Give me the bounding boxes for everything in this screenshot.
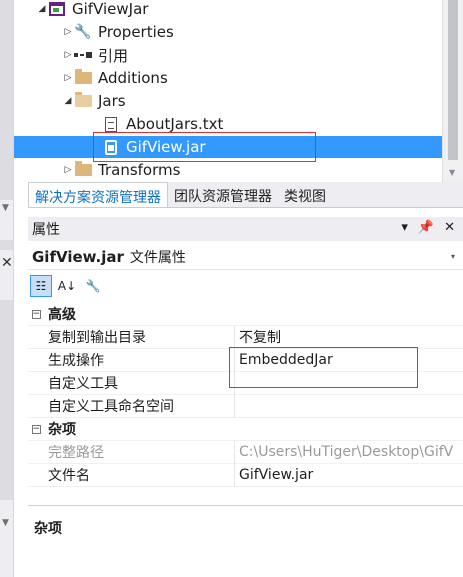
tree-item-label: 引用 <box>98 46 129 65</box>
property-row[interactable]: 文件名 GifView.jar <box>28 463 463 487</box>
tab-team-explorer[interactable]: 团队资源管理器 <box>168 182 278 207</box>
expand-arrow-icon[interactable]: ▷ <box>62 27 74 37</box>
property-grid: − 高级 复制到输出目录 不复制 生成操作 EmbeddedJar 自定义工具 … <box>28 303 463 487</box>
tree-item-label: GifViewJar <box>72 0 149 18</box>
property-description-panel: 杂项 <box>28 505 463 577</box>
expand-arrow-icon[interactable]: ▷ <box>62 73 74 83</box>
folder-icon <box>74 161 92 178</box>
object-selector[interactable]: GifView.jar 文件属性 ▾ <box>28 244 463 270</box>
expand-arrow-icon[interactable]: ▷ <box>62 165 74 175</box>
properties-title-bar: 属性 ▾ 📌 ✕ <box>28 217 463 241</box>
properties-toolbar: ☷ A↓ 🔧 <box>28 273 463 299</box>
wrench-icon[interactable]: 🔧 <box>82 275 104 297</box>
left-separator <box>0 240 13 250</box>
pin-icon[interactable]: 📌 <box>418 220 434 235</box>
categorized-icon[interactable]: ☷ <box>30 275 52 297</box>
text-file-icon <box>102 116 120 132</box>
collapse-arrow-icon[interactable]: ◢ <box>62 96 74 106</box>
collapse-icon[interactable]: − <box>31 424 41 434</box>
left-dock-strip: ▼ ✕ ▼ <box>0 0 14 577</box>
tree-item-additions[interactable]: ▷ Additions <box>14 67 450 89</box>
expand-arrow-icon[interactable]: ▷ <box>62 50 74 60</box>
window-position-dropdown-icon[interactable]: ▾ <box>401 220 408 235</box>
property-row[interactable]: 自定义工具命名空间 <box>28 394 463 418</box>
property-name: 完整路径 <box>44 440 235 464</box>
tree-item-references[interactable]: ▷ 引用 <box>14 44 450 66</box>
property-value[interactable]: 不复制 <box>235 326 463 349</box>
category-label: 杂项 <box>48 422 76 438</box>
property-name: 自定义工具 <box>44 371 235 395</box>
folder-open-icon <box>74 92 92 109</box>
left-scroll-track[interactable] <box>0 0 13 200</box>
category-label: 高级 <box>48 307 76 323</box>
folder-icon <box>74 69 92 86</box>
category-advanced[interactable]: − 高级 <box>28 303 463 326</box>
tree-item-label: Properties <box>98 23 174 41</box>
collapse-icon[interactable]: − <box>31 309 41 319</box>
tree-item-project[interactable]: ◢ GifViewJar <box>14 0 450 20</box>
close-icon[interactable]: ✕ <box>1 255 13 271</box>
description-title: 杂项 <box>34 521 62 537</box>
scroll-down-icon[interactable]: ▼ <box>2 203 9 213</box>
property-row[interactable]: 完整路径 C:\Users\HuTiger\Desktop\GifV <box>28 440 463 464</box>
property-name: 自定义工具命名空间 <box>44 394 235 418</box>
tool-window-tabs: 解决方案资源管理器 团队资源管理器 类视图 <box>28 182 463 208</box>
tree-scrollbar[interactable]: ▼ <box>442 0 463 182</box>
tree-item-label: Additions <box>98 69 168 87</box>
properties-title: 属性 <box>32 222 60 238</box>
category-misc[interactable]: − 杂项 <box>28 418 463 441</box>
tab-solution-explorer[interactable]: 解决方案资源管理器 <box>28 182 168 207</box>
close-icon[interactable]: ✕ <box>444 220 455 235</box>
wrench-icon: 🔧 <box>74 24 92 40</box>
highlight-annotation <box>229 347 418 388</box>
references-icon <box>74 47 92 63</box>
tree-item-label: Jars <box>98 92 126 110</box>
property-value[interactable]: C:\Users\HuTiger\Desktop\GifV <box>235 441 463 464</box>
property-value[interactable]: GifView.jar <box>235 464 463 487</box>
tree-item-jars[interactable]: ◢ Jars <box>14 90 450 112</box>
property-name: 文件名 <box>44 463 235 487</box>
scroll-down-icon-2[interactable]: ▼ <box>2 518 9 528</box>
alphabetical-icon[interactable]: A↓ <box>56 275 78 297</box>
scroll-thumb[interactable] <box>448 0 458 160</box>
tree-item-transforms[interactable]: ▷ Transforms <box>14 159 450 181</box>
project-icon <box>48 1 66 17</box>
collapse-arrow-icon[interactable]: ◢ <box>36 4 48 14</box>
property-value[interactable] <box>235 395 463 418</box>
highlight-annotation <box>93 132 316 162</box>
object-kind: 文件属性 <box>129 249 186 266</box>
tree-item-label: Transforms <box>98 161 181 179</box>
chevron-down-icon[interactable]: ▾ <box>451 252 455 261</box>
tree-item-properties[interactable]: ▷ 🔧 Properties <box>14 21 450 43</box>
property-name: 复制到输出目录 <box>44 325 235 349</box>
tree-item-label: AboutJars.txt <box>126 115 224 133</box>
property-name: 生成操作 <box>44 348 235 372</box>
property-row[interactable]: 复制到输出目录 不复制 <box>28 325 463 349</box>
left-scroll-track-2[interactable] <box>0 300 13 500</box>
tab-class-view[interactable]: 类视图 <box>278 182 332 207</box>
scroll-down-icon[interactable]: ▼ <box>449 168 455 177</box>
object-name: GifView.jar <box>32 247 124 266</box>
